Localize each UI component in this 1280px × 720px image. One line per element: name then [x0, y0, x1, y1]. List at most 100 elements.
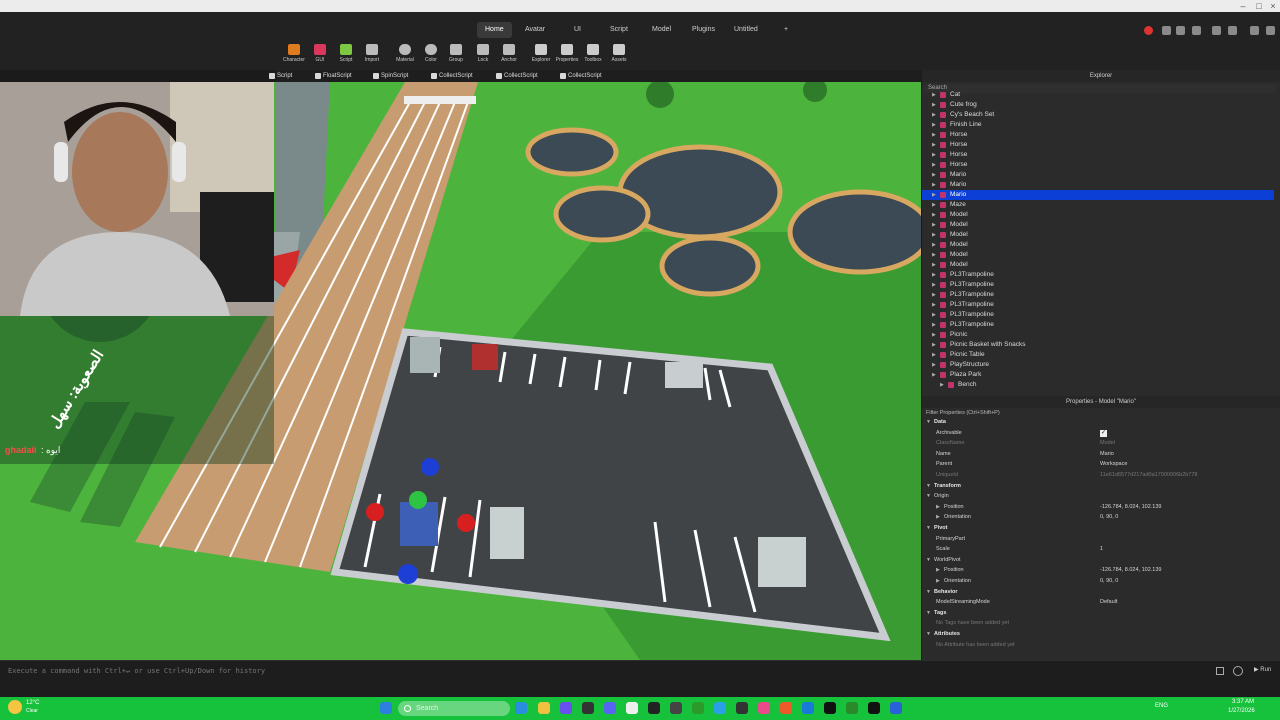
- expand-arrow-icon[interactable]: ▶: [932, 190, 936, 200]
- explorer-item[interactable]: ▶ Model: [922, 250, 1274, 260]
- bell-icon[interactable]: [1250, 26, 1259, 35]
- property-row[interactable]: ▶ Position -126.784, 8.024, 102.139: [922, 502, 1274, 512]
- property-section[interactable]: ▼ Attributes: [922, 629, 1274, 639]
- team-icon[interactable]: [1162, 26, 1171, 35]
- script-tab[interactable]: SpinScript: [371, 70, 408, 82]
- expand-arrow-icon[interactable]: ▶: [932, 300, 936, 310]
- explorer-item[interactable]: ▶ Bench: [922, 380, 1274, 390]
- expand-arrow-icon[interactable]: ▼: [926, 481, 931, 491]
- start-icon[interactable]: [380, 702, 392, 714]
- property-value[interactable]: 0, 90, 0: [1100, 512, 1118, 522]
- cloud-icon[interactable]: [1228, 26, 1237, 35]
- command-input[interactable]: [8, 666, 608, 676]
- property-section[interactable]: ▼ Tags: [922, 608, 1274, 618]
- property-row[interactable]: PrimaryPart: [922, 534, 1274, 544]
- explorer-item[interactable]: ▶ Horse: [922, 140, 1274, 150]
- discord-icon[interactable]: [604, 702, 616, 714]
- close-icon[interactable]: ×: [1264, 0, 1280, 12]
- archivable-checkbox[interactable]: ✓: [1100, 429, 1107, 437]
- property-value[interactable]: -126.784, 8.024, 102.139: [1100, 565, 1161, 575]
- expand-arrow-icon[interactable]: ▶: [932, 370, 936, 380]
- expand-arrow-icon[interactable]: ▶: [932, 100, 936, 110]
- character-button[interactable]: Character: [282, 44, 306, 63]
- expand-arrow-icon[interactable]: ▶: [932, 320, 936, 330]
- expand-arrow-icon[interactable]: ▶: [932, 340, 936, 350]
- expand-arrow-icon[interactable]: ▶: [936, 565, 940, 575]
- assets-button[interactable]: Assets: [607, 44, 631, 63]
- grid-icon[interactable]: [1212, 26, 1221, 35]
- explorer-item[interactable]: ▶ PL3Trampoline: [922, 300, 1274, 310]
- expand-arrow-icon[interactable]: ▶: [932, 350, 936, 360]
- media-icon[interactable]: [560, 702, 572, 714]
- app-icon[interactable]: [758, 702, 770, 714]
- app-icon[interactable]: [692, 702, 704, 714]
- anchor-button[interactable]: Anchor: [497, 44, 521, 63]
- explorer-item[interactable]: ▶ Finish Line: [922, 120, 1274, 130]
- explorer-item[interactable]: ▶ Model: [922, 210, 1274, 220]
- expand-arrow-icon[interactable]: ▶: [932, 260, 936, 270]
- script-tab[interactable]: CollectScript: [494, 70, 538, 82]
- script-tab[interactable]: CollectScript: [429, 70, 473, 82]
- property-row[interactable]: Scale 1: [922, 544, 1274, 554]
- property-row[interactable]: ▶ Position -126.784, 8.024, 102.139: [922, 565, 1274, 575]
- explorer-item[interactable]: ▶ Mario: [922, 180, 1274, 190]
- record-icon[interactable]: [1144, 26, 1153, 35]
- script-button[interactable]: Script: [334, 44, 358, 63]
- expand-arrow-icon[interactable]: ▶: [932, 270, 936, 280]
- explorer-item[interactable]: ▶ Cat: [922, 90, 1274, 100]
- app-icon[interactable]: [824, 702, 836, 714]
- app-icon[interactable]: [582, 702, 594, 714]
- expand-arrow-icon[interactable]: ▶: [932, 330, 936, 340]
- property-row[interactable]: ▶ Orientation 0, 90, 0: [922, 512, 1274, 522]
- expand-arrow-icon[interactable]: ▶: [940, 380, 944, 390]
- expand-arrow-icon[interactable]: ▶: [932, 200, 936, 210]
- property-row[interactable]: ▶ Orientation 0, 90, 0: [922, 576, 1274, 586]
- property-value[interactable]: Model: [1100, 438, 1115, 448]
- expand-arrow-icon[interactable]: ▼: [926, 587, 931, 597]
- expand-arrow-icon[interactable]: ▶: [932, 130, 936, 140]
- run-button[interactable]: ▶ Run: [1254, 666, 1271, 673]
- explorer-item[interactable]: ▶ PL3Trampoline: [922, 290, 1274, 300]
- expand-arrow-icon[interactable]: ▶: [932, 310, 936, 320]
- expand-arrow-icon[interactable]: ▶: [932, 360, 936, 370]
- expand-arrow-icon[interactable]: ▶: [932, 160, 936, 170]
- property-row[interactable]: Archivable ✓: [922, 428, 1274, 438]
- property-row[interactable]: ModelStreamingMode Default: [922, 597, 1274, 607]
- expand-arrow-icon[interactable]: ▼: [926, 491, 931, 501]
- property-value[interactable]: 11e61d6577d217ad0a17000006b2b778: [1100, 470, 1197, 480]
- tab-untitled[interactable]: Untitled: [726, 22, 766, 38]
- script-tab[interactable]: CollectScript: [558, 70, 602, 82]
- telegram-icon[interactable]: [714, 702, 726, 714]
- expand-arrow-icon[interactable]: ▶: [936, 576, 940, 586]
- property-section[interactable]: ▼ Transform: [922, 481, 1274, 491]
- expand-arrow-icon[interactable]: ▶: [932, 140, 936, 150]
- group-button[interactable]: Group: [444, 44, 468, 63]
- properties-button[interactable]: Properties: [555, 44, 579, 63]
- explorer-item[interactable]: ▶ PlayStructure: [922, 360, 1274, 370]
- expand-arrow-icon[interactable]: ▶: [932, 290, 936, 300]
- tab-avatar[interactable]: Avatar: [517, 22, 553, 38]
- add-tab-button[interactable]: +: [776, 22, 796, 38]
- explorer-item[interactable]: ▶ Picnic: [922, 330, 1274, 340]
- explorer-item[interactable]: ▶ Model: [922, 240, 1274, 250]
- app-icon[interactable]: [846, 702, 858, 714]
- tab-home[interactable]: Home: [477, 22, 512, 38]
- taskbar-search[interactable]: Search: [398, 701, 510, 716]
- app-icon[interactable]: [890, 702, 902, 714]
- explorer-item[interactable]: ▶ Maze: [922, 200, 1274, 210]
- folder-icon[interactable]: [538, 702, 550, 714]
- expand-arrow-icon[interactable]: ▶: [932, 250, 936, 260]
- tab-model[interactable]: Model: [644, 22, 679, 38]
- tab-plugins[interactable]: Plugins: [684, 22, 723, 38]
- app-icon[interactable]: [802, 702, 814, 714]
- explorer-item[interactable]: ▶ Picnic Table: [922, 350, 1274, 360]
- expand-arrow-icon[interactable]: ▼: [926, 629, 931, 639]
- tab-ui[interactable]: UI: [566, 22, 589, 38]
- expand-arrow-icon[interactable]: ▶: [936, 502, 940, 512]
- explorer-item[interactable]: ▶ Horse: [922, 130, 1274, 140]
- property-value[interactable]: 0, 90, 0: [1100, 576, 1118, 586]
- play-icon[interactable]: [1176, 26, 1185, 35]
- clock-time[interactable]: 3:37 AM: [1232, 699, 1254, 705]
- explorer-item[interactable]: ▶ Model: [922, 230, 1274, 240]
- expand-arrow-icon[interactable]: ▶: [932, 230, 936, 240]
